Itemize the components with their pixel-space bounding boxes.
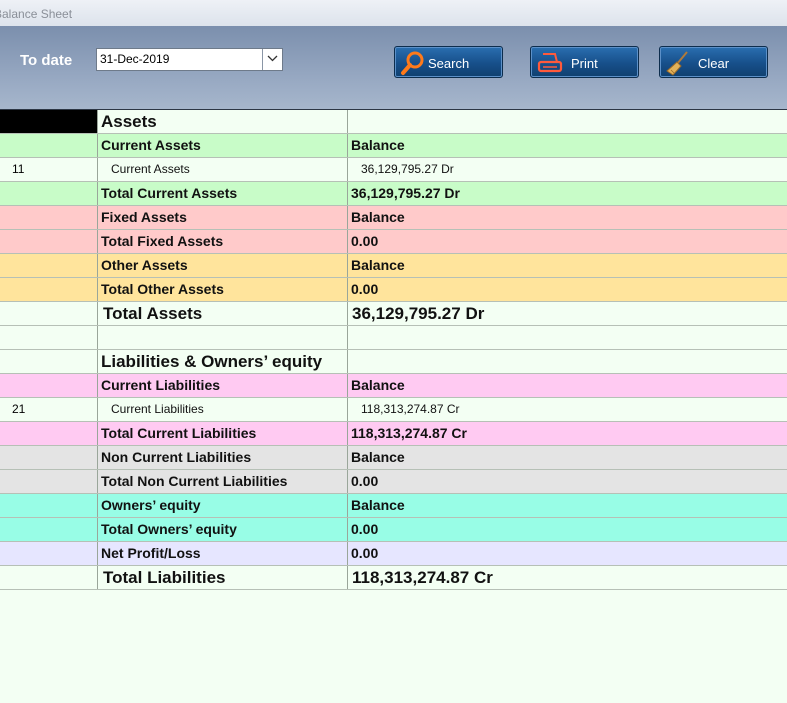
section-total-row[interactable]: Total Liabilities 118,313,274.87 Cr bbox=[0, 566, 787, 590]
row-code bbox=[0, 374, 98, 397]
row-code bbox=[0, 254, 98, 277]
row-value: 0.00 bbox=[351, 281, 379, 297]
row-name: Non Current Liabilities bbox=[98, 446, 348, 469]
row-code bbox=[0, 494, 98, 517]
row-code bbox=[0, 446, 98, 469]
account-row[interactable]: 21 Current Liabilities 118,313,274.87 Cr bbox=[0, 398, 787, 422]
row-value bbox=[348, 110, 787, 133]
group-total-row[interactable]: Total Other Assets 0.00 bbox=[0, 278, 787, 302]
row-value: Balance bbox=[351, 209, 405, 225]
section-total-row[interactable]: Total Assets 36,129,795.27 Dr bbox=[0, 302, 787, 326]
printer-icon bbox=[537, 53, 563, 73]
row-name: Assets bbox=[98, 110, 348, 133]
row-name: Total Non Current Liabilities bbox=[98, 470, 348, 493]
blank-row[interactable] bbox=[0, 326, 787, 350]
account-row[interactable]: 11 Current Assets 36,129,795.27 Dr bbox=[0, 158, 787, 182]
row-name: Total Current Liabilities bbox=[98, 422, 348, 445]
search-button[interactable]: Search bbox=[394, 46, 503, 78]
group-total-row[interactable]: Total Fixed Assets 0.00 bbox=[0, 230, 787, 254]
section-header-row[interactable]: Assets bbox=[0, 110, 787, 134]
balance-sheet-grid: Assets Current Assets Balance 11 Current… bbox=[0, 110, 787, 590]
row-value: 118,313,274.87 Cr bbox=[352, 568, 493, 587]
group-header-row[interactable]: Fixed Assets Balance bbox=[0, 206, 787, 230]
row-value: Balance bbox=[351, 449, 405, 465]
print-button-label: Print bbox=[571, 56, 598, 71]
row-name bbox=[98, 326, 348, 349]
section-header-row[interactable]: Liabilities & Owners’ equity bbox=[0, 350, 787, 374]
row-value: 36,129,795.27 Dr bbox=[352, 304, 485, 323]
group-header-row[interactable]: Owners’ equity Balance bbox=[0, 494, 787, 518]
row-code: 21 bbox=[0, 398, 98, 421]
print-button[interactable]: Print bbox=[530, 46, 639, 78]
group-header-row[interactable]: Other Assets Balance bbox=[0, 254, 787, 278]
group-total-row[interactable]: Total Non Current Liabilities 0.00 bbox=[0, 470, 787, 494]
row-code bbox=[0, 542, 98, 565]
row-value: 0.00 bbox=[351, 521, 379, 537]
row-name: Owners’ equity bbox=[98, 494, 348, 517]
row-value: 118,313,274.87 Cr bbox=[351, 425, 467, 441]
row-value bbox=[348, 326, 787, 349]
row-code: 11 bbox=[0, 158, 98, 181]
row-name: Other Assets bbox=[98, 254, 348, 277]
row-value: 118,313,274.87 Cr bbox=[361, 402, 460, 416]
row-code bbox=[0, 326, 98, 349]
row-name: Total Owners’ equity bbox=[98, 518, 348, 541]
row-value: 36,129,795.27 Dr bbox=[351, 185, 460, 201]
row-name: Current Liabilities bbox=[98, 374, 348, 397]
row-code bbox=[0, 518, 98, 541]
row-code bbox=[0, 206, 98, 229]
group-total-row[interactable]: Total Current Liabilities 118,313,274.87… bbox=[0, 422, 787, 446]
chevron-down-icon bbox=[267, 55, 278, 62]
row-name: Current Assets bbox=[98, 158, 348, 181]
row-name: Total Current Assets bbox=[98, 182, 348, 205]
to-date-label: To date bbox=[20, 52, 73, 69]
magnifier-icon bbox=[401, 51, 424, 75]
row-indicator bbox=[0, 110, 98, 133]
group-header-row[interactable]: Current Assets Balance bbox=[0, 134, 787, 158]
net-profit-row[interactable]: Net Profit/Loss 0.00 bbox=[0, 542, 787, 566]
to-date-value[interactable]: 31-Dec-2019 bbox=[100, 52, 169, 66]
group-total-row[interactable]: Total Current Assets 36,129,795.27 Dr bbox=[0, 182, 787, 206]
row-code bbox=[0, 182, 98, 205]
row-code bbox=[0, 134, 98, 157]
row-code bbox=[0, 302, 98, 325]
window-title: Balance Sheet bbox=[0, 0, 787, 26]
row-name: Total Fixed Assets bbox=[98, 230, 348, 253]
row-name: Total Liabilities bbox=[98, 566, 348, 589]
row-code bbox=[0, 566, 98, 589]
row-value: 36,129,795.27 Dr bbox=[361, 162, 454, 176]
group-header-row[interactable]: Current Liabilities Balance bbox=[0, 374, 787, 398]
row-code bbox=[0, 230, 98, 253]
clear-button-label: Clear bbox=[698, 56, 730, 71]
row-code bbox=[0, 350, 98, 373]
row-name: Current Liabilities bbox=[98, 398, 348, 421]
toolbar: To date 31-Dec-2019 Search Print Clear bbox=[0, 26, 787, 110]
row-value bbox=[348, 350, 787, 373]
row-name: Total Assets bbox=[98, 302, 348, 325]
row-value: Balance bbox=[351, 137, 405, 153]
row-value: Balance bbox=[351, 257, 405, 273]
to-date-picker[interactable]: 31-Dec-2019 bbox=[96, 48, 283, 71]
row-value: 0.00 bbox=[351, 545, 379, 561]
row-name: Total Other Assets bbox=[98, 278, 348, 301]
row-value: Balance bbox=[351, 497, 405, 513]
row-code bbox=[0, 470, 98, 493]
row-value: 0.00 bbox=[351, 473, 379, 489]
row-name: Liabilities & Owners’ equity bbox=[98, 350, 348, 373]
row-name: Current Assets bbox=[98, 134, 348, 157]
row-code bbox=[0, 278, 98, 301]
broom-icon bbox=[666, 51, 688, 76]
group-total-row[interactable]: Total Owners’ equity 0.00 bbox=[0, 518, 787, 542]
search-button-label: Search bbox=[428, 56, 470, 71]
group-header-row[interactable]: Non Current Liabilities Balance bbox=[0, 446, 787, 470]
row-name: Fixed Assets bbox=[98, 206, 348, 229]
clear-button[interactable]: Clear bbox=[659, 46, 768, 78]
row-value: Balance bbox=[351, 377, 405, 393]
row-name: Net Profit/Loss bbox=[98, 542, 348, 565]
row-value: 0.00 bbox=[351, 233, 379, 249]
date-dropdown-button[interactable] bbox=[262, 49, 282, 70]
row-code bbox=[0, 422, 98, 445]
